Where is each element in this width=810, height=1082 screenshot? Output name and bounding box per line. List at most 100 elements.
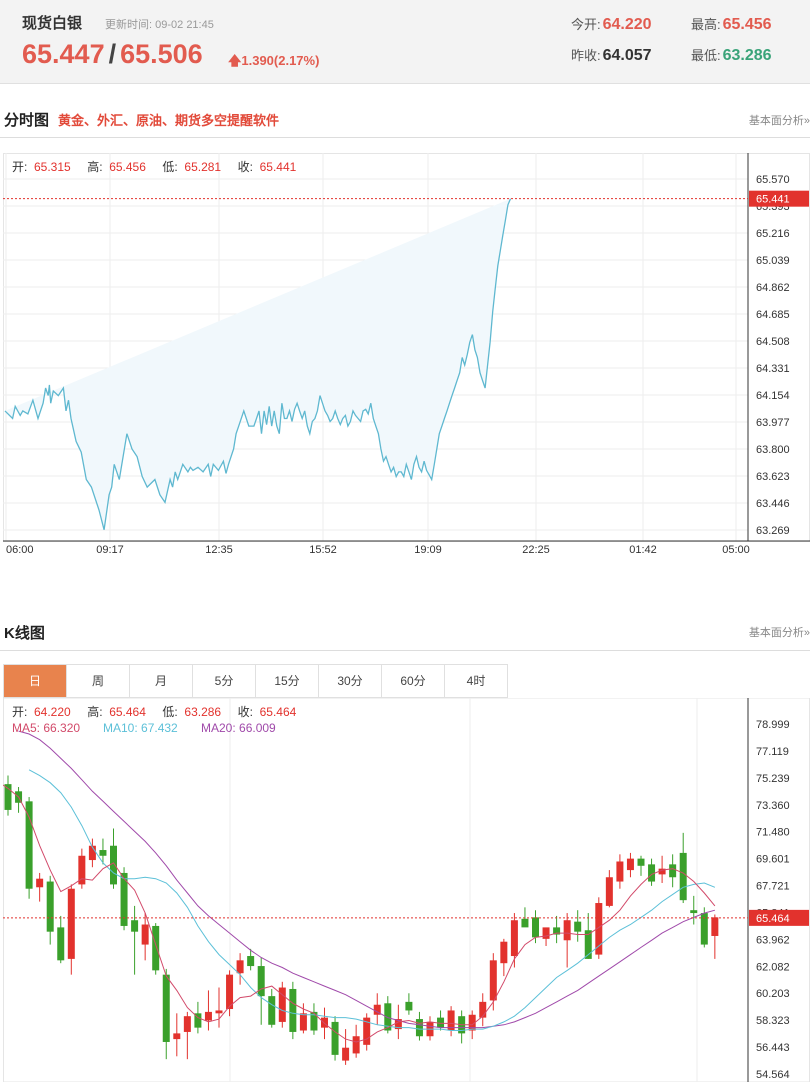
bid-price: 65.447 [22,39,105,69]
price-change: 🡅1.390(2.17%) [228,53,320,68]
y-tick-label: 65.570 [756,174,790,186]
candle-body [405,1001,413,1011]
candle-body [131,920,139,932]
price-display: 65.447/65.506 [22,39,203,70]
info-value: 63.286 [184,705,221,719]
candle-body [415,1019,423,1037]
candle-body [500,941,508,964]
y-tick-label: 67.721 [756,881,790,893]
y-tick-label: 60.203 [756,988,790,1000]
candle-body [268,996,276,1025]
low-stat: 最低: 63.286 [691,47,772,64]
candle-body [331,1021,339,1055]
y-tick-label: 63.446 [756,498,790,510]
y-tick-label: 73.360 [756,800,790,812]
quote-header: 现货白银 更新时间: 09-02 21:45 65.447/65.506 🡅1.… [0,0,810,84]
candle-body [532,917,539,938]
info-label: 低: [162,705,177,719]
y-tick-label: 64.862 [756,282,790,294]
candle-body [637,858,645,866]
candle-body [162,974,170,1042]
intraday-chart: 65.57065.39365.21665.03964.86264.68564.5… [3,153,810,556]
candle-body [605,877,613,906]
candle-body [257,966,265,997]
ma-legend: MA10: 67.432 [103,721,178,735]
period-tab[interactable]: 月 [130,665,193,697]
y-tick-label: 63.269 [756,525,790,537]
info-value: 64.220 [34,705,71,719]
section-divider [0,650,810,651]
kline-title: K线图 [4,625,45,642]
info-label: 收: [238,705,253,719]
candle-body [110,845,117,885]
period-tab[interactable]: 5分 [193,665,256,697]
candle-body [299,1013,307,1031]
candle-body [204,1011,212,1021]
period-tab[interactable]: 周 [67,665,130,697]
fundamental-analysis-link[interactable]: 基本面分析» [749,112,810,128]
candle-body [99,850,107,856]
candle-body [510,920,518,957]
candle-body [57,927,65,961]
info-label: 高: [87,704,102,719]
candle-body [67,888,75,959]
info-value: 65.315 [34,160,71,174]
period-tab[interactable]: 4时 [445,665,508,697]
y-tick-label: 71.480 [756,827,790,839]
y-tick-label: 64.154 [756,390,790,402]
y-tick-label: 63.623 [756,471,790,483]
info-value: 65.464 [109,705,146,719]
y-tick-label: 62.082 [756,961,790,973]
x-tick-label: 09:17 [96,544,124,556]
candle-body [574,921,582,932]
info-value: 65.281 [184,160,221,174]
candle-body [25,801,33,889]
candle-body [563,920,571,941]
candle-body [690,910,698,914]
section-divider [0,137,810,138]
ask-price: 65.506 [120,39,203,69]
candle-body [173,1033,181,1040]
candle-body [36,878,44,888]
open-stat: 今开: 64.220 [571,16,652,33]
x-tick-label: 05:00 [722,544,750,556]
y-tick-label: 64.331 [756,363,790,375]
candle-body [141,924,149,945]
x-tick-label: 06:00 [6,544,34,556]
up-arrow-icon: 🡅 [228,53,242,68]
candle-body [669,864,677,878]
info-label: 收: [238,160,253,174]
candle-body [152,925,160,971]
ma-legend: MA5: 66.320 [12,721,80,735]
info-label: 高: [87,159,102,174]
x-tick-label: 19:09 [414,544,442,556]
kline-chart: 78.999 77.119 75.239 73.360 71.480 69.601 67.7… [3,698,810,1082]
x-tick-label: 15:52 [309,544,337,556]
info-label: 开: [12,160,27,174]
period-tab[interactable]: 日 [4,665,67,697]
intraday-title: 分时图 [4,112,50,129]
y-tick-label: 77.119 [756,746,789,758]
period-tab[interactable]: 30分 [319,665,382,697]
update-time: 更新时间: 09-02 21:45 [105,19,214,31]
candle-body [489,960,497,1001]
x-tick-label: 22:25 [522,544,550,556]
period-tab[interactable]: 15分 [256,665,319,697]
kline-fundamental-link[interactable]: 基本面分析» [749,624,810,640]
candle-body [289,988,297,1032]
info-value: 65.464 [260,705,297,719]
y-tick-label: 75.239 [756,773,790,785]
x-tick-label: 01:42 [629,544,657,556]
y-tick-label: 54.564 [756,1069,790,1081]
alert-software-link[interactable]: 黄金、外汇、原油、期货多空提醒软件 [58,110,279,129]
period-tab[interactable]: 60分 [382,665,445,697]
high-stat: 最高: 65.456 [691,16,772,33]
y-tick-label: 56.443 [756,1042,790,1054]
candle-body [479,1001,487,1018]
y-tick-label: 65.216 [756,228,790,240]
info-value: 65.456 [109,160,146,174]
period-tabs: 日周月 5分 15分 30分 60分 4时 [3,664,508,698]
current-price-label: 65.464 [756,913,790,925]
info-value: 65.441 [260,160,297,174]
candle-body [236,960,244,974]
